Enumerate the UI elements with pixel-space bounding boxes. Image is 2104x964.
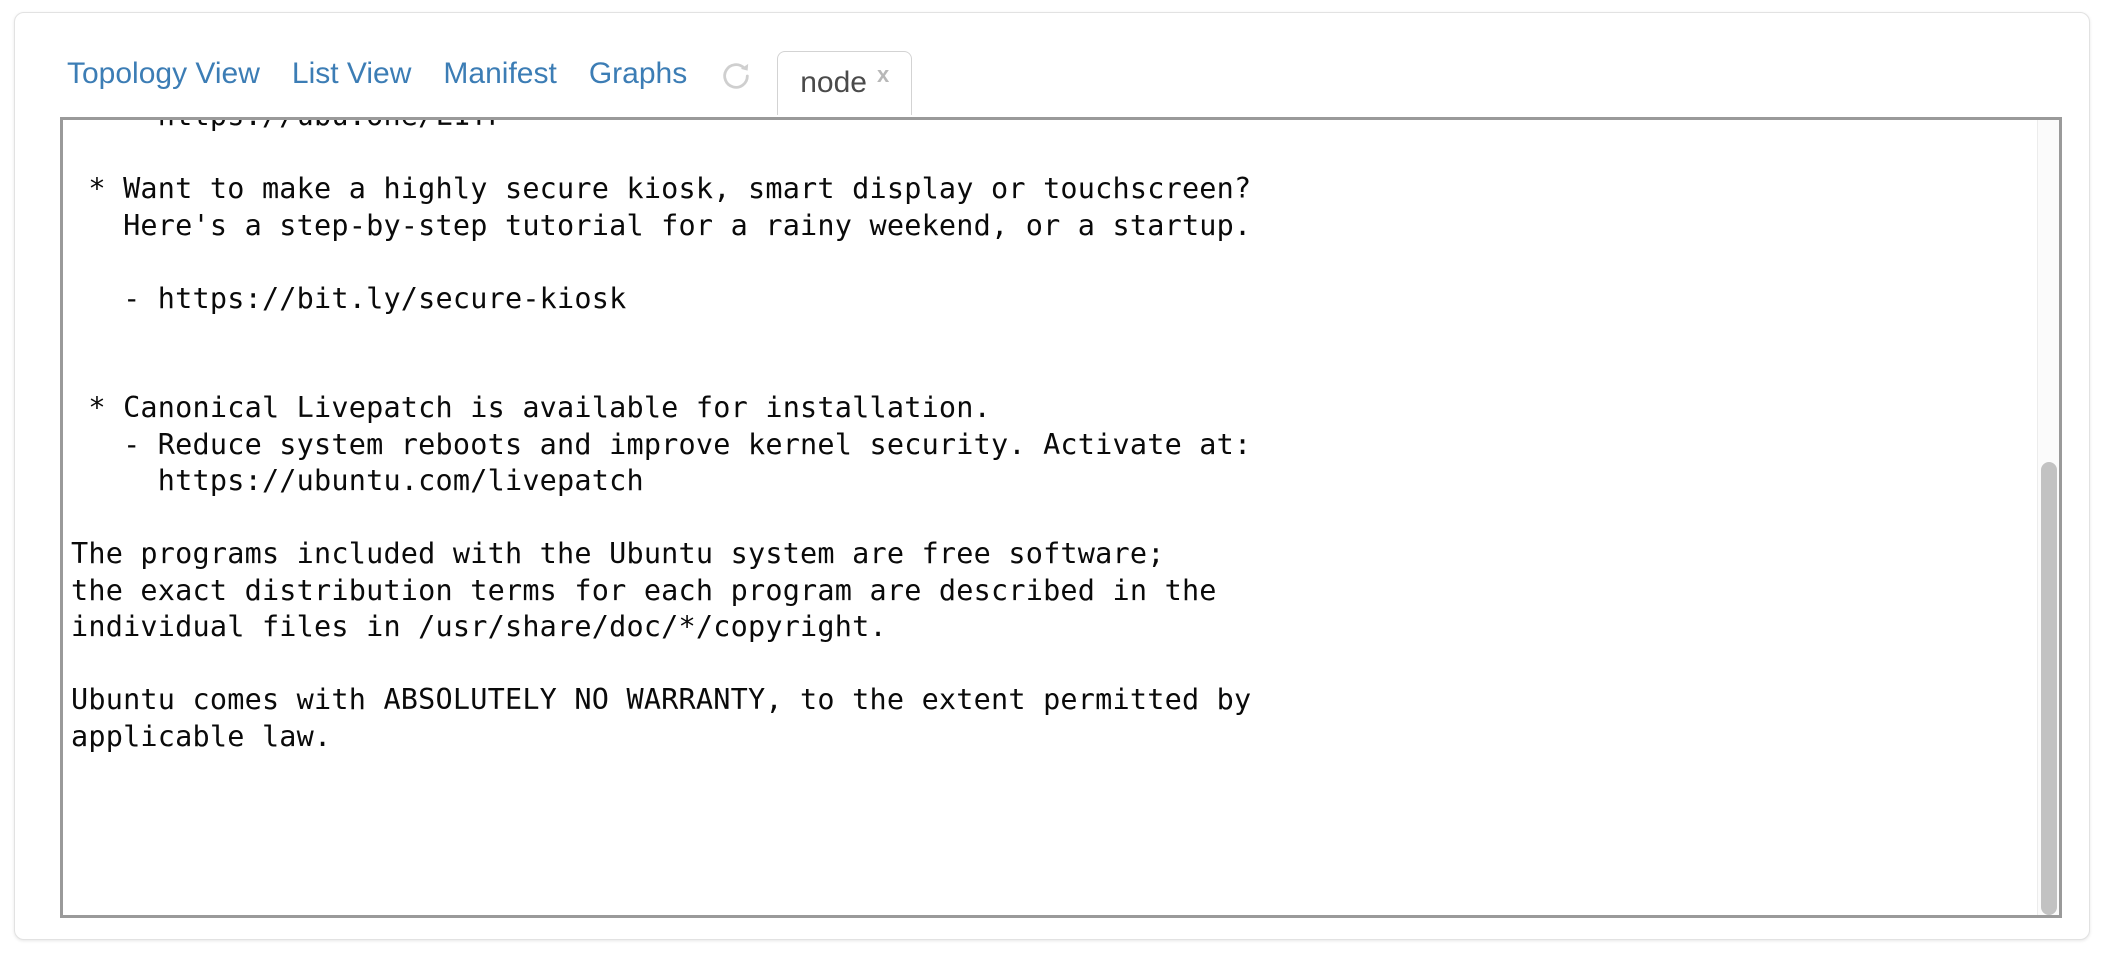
terminal-output-text: - https://ubu.one/L1TF * Want to make a … <box>71 120 1252 753</box>
terminal-output-area[interactable]: - https://ubu.one/L1TF * Want to make a … <box>63 120 2059 915</box>
refresh-icon[interactable] <box>719 59 753 93</box>
tab-list-view[interactable]: List View <box>292 59 412 115</box>
tab-node-terminal[interactable]: node x <box>777 51 913 115</box>
tab-topology-view[interactable]: Topology View <box>67 59 260 115</box>
tab-graphs[interactable]: Graphs <box>589 59 687 115</box>
tab-manifest[interactable]: Manifest <box>443 59 556 115</box>
close-icon[interactable]: x <box>877 64 889 86</box>
terminal-scrollbar[interactable] <box>2037 120 2059 915</box>
tab-bar: Topology View List View Manifest Graphs … <box>15 13 2089 115</box>
tab-node-terminal-label: node <box>800 66 867 99</box>
terminal-panel[interactable]: - https://ubu.one/L1TF * Want to make a … <box>60 117 2062 918</box>
app-card: Topology View List View Manifest Graphs … <box>14 12 2090 940</box>
terminal-scrollbar-thumb[interactable] <box>2041 461 2057 915</box>
